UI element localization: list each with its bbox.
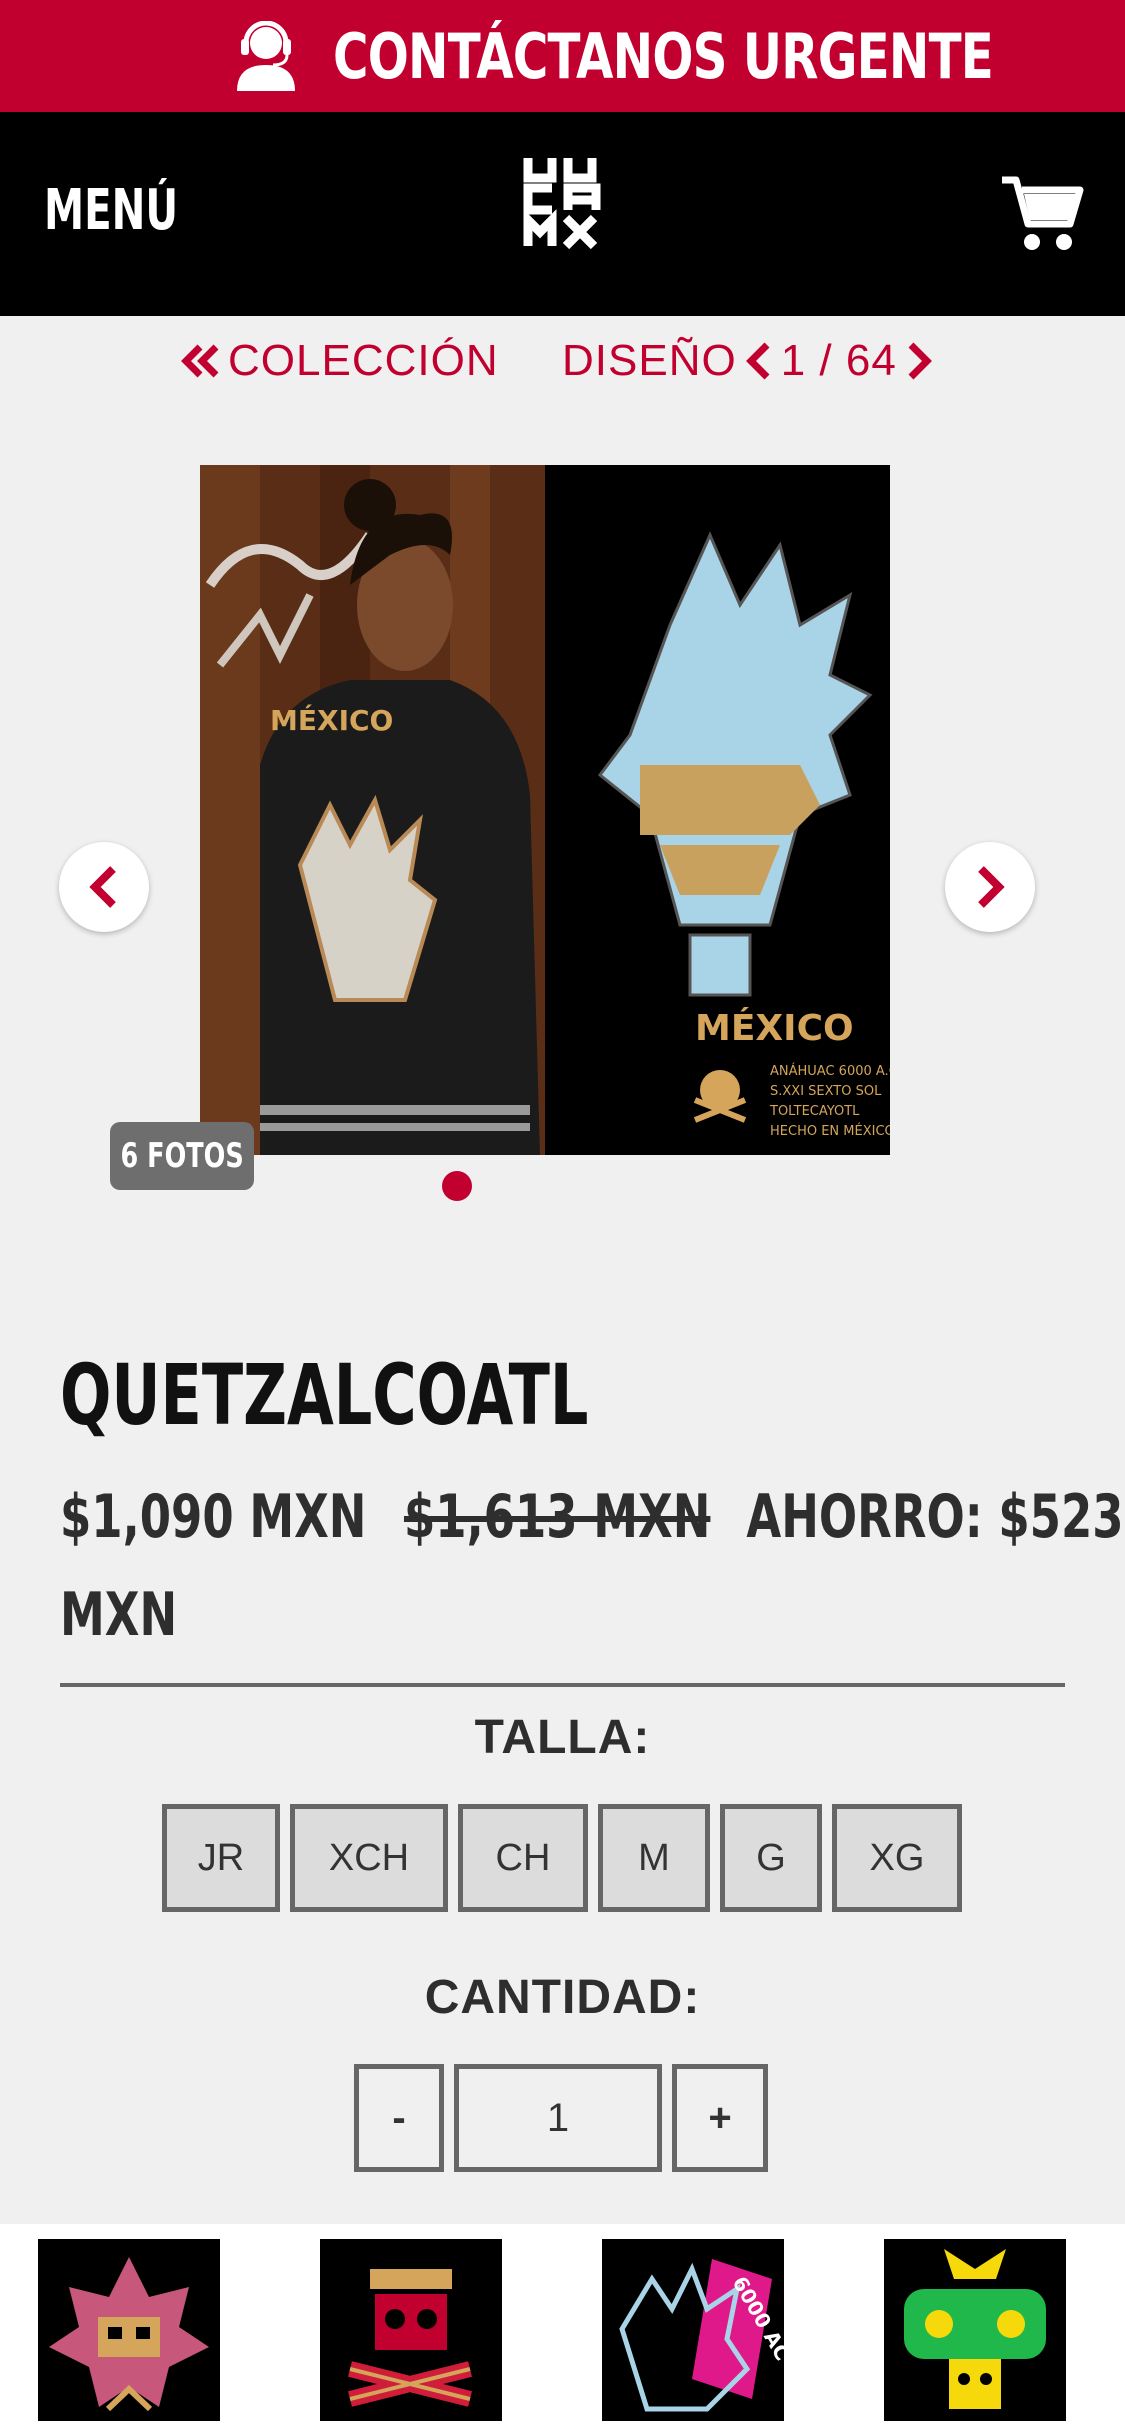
back-to-collection-link[interactable]: COLECCIÓN [180,336,499,386]
current-price: $1,090 MXN [60,1482,367,1552]
image-line-4: HECHO EN MÉXICO [770,1123,890,1139]
photos-count-label: 6 FOTOS [120,1136,244,1176]
shopping-cart-icon[interactable] [1000,172,1086,258]
gallery-dot-active[interactable] [442,1171,472,1201]
size-option-xch[interactable]: XCH [290,1804,448,1912]
product-navigation: COLECCIÓN DISEÑO 1 / 64 [0,336,1125,396]
design-pager: DISEÑO 1 / 64 [562,336,933,386]
chevron-left-icon [89,866,116,908]
image-line-2: S.XXI SEXTO SOL [770,1084,882,1099]
contact-urgent-banner[interactable]: CONTÁCTANOS URGENTE [0,0,1125,112]
headset-agent-icon [236,21,295,91]
size-option-xg[interactable]: XG [832,1804,962,1912]
size-selector: JR XCH CH M G XG [162,1804,962,1912]
flower-skull-design-image [49,2257,209,2412]
menu-button[interactable]: MENÚ [44,178,178,243]
svg-text:MÉXICO: MÉXICO [270,703,393,737]
banner-text: CONTÁCTANOS URGENTE [332,19,994,93]
design-thumbnail-1[interactable] [38,2239,220,2421]
product-image[interactable]: MÉXICO MÉXICO ANÁHUAC 6000 A.C S.XXI SEX… [200,465,890,1155]
ucamx-logo[interactable] [520,154,606,274]
image-brand-text: MÉXICO [695,1007,854,1049]
design-thumbnail-4[interactable] [884,2239,1066,2421]
collection-label: COLECCIÓN [228,336,499,385]
product-title: QUETZALCOATL [60,1346,589,1444]
price-block: $1,090 MXN $1,613 MXN AHORRO: $523 MXN [60,1468,1124,1664]
image-line-3: TOLTECAYOTL [769,1104,860,1119]
size-option-g[interactable]: G [720,1804,822,1912]
green-serpent-design-image [904,2249,1046,2409]
chevron-right-icon [978,866,1005,908]
quantity-stepper: - 1 + [354,2064,768,2172]
photos-count-badge[interactable]: 6 FOTOS [110,1122,254,1190]
gallery-prev-button[interactable] [59,842,149,932]
quantity-increase-button[interactable]: + [672,2064,768,2172]
quantity-input[interactable]: 1 [454,2064,662,2172]
gallery-next-button[interactable] [945,842,1035,932]
chevron-right-icon[interactable] [905,341,933,381]
tlaloc-design-image [348,2269,472,2407]
design-thumbnail-2[interactable] [320,2239,502,2421]
serpent-6000ac-design-image: 6000 AC [619,2259,784,2412]
jacket-photo: MÉXICO MÉXICO ANÁHUAC 6000 A.C S.XXI SEX… [200,465,890,1155]
size-option-jr[interactable]: JR [162,1804,280,1912]
site-header: MENÚ [0,112,1125,316]
quantity-label: CANTIDAD: [424,1971,701,2024]
size-label: TALLA: [474,1711,651,1764]
quantity-decrease-button[interactable]: - [354,2064,444,2172]
image-line-1: ANÁHUAC 6000 A.C [770,1063,890,1079]
savings-amount: AHORRO: $523 [746,1482,1124,1552]
chevron-left-icon[interactable] [745,341,773,381]
design-label: DISEÑO [562,336,737,385]
divider [60,1683,1065,1687]
size-option-m[interactable]: M [598,1804,710,1912]
size-option-ch[interactable]: CH [458,1804,588,1912]
double-chevron-left-icon [181,344,219,378]
original-price: $1,613 MXN [403,1482,711,1552]
design-counter: 1 / 64 [780,336,897,385]
design-thumbnail-3[interactable]: 6000 AC [602,2239,784,2421]
savings-currency: MXN [60,1580,178,1650]
related-designs-strip: 6000 AC [0,2224,1125,2436]
